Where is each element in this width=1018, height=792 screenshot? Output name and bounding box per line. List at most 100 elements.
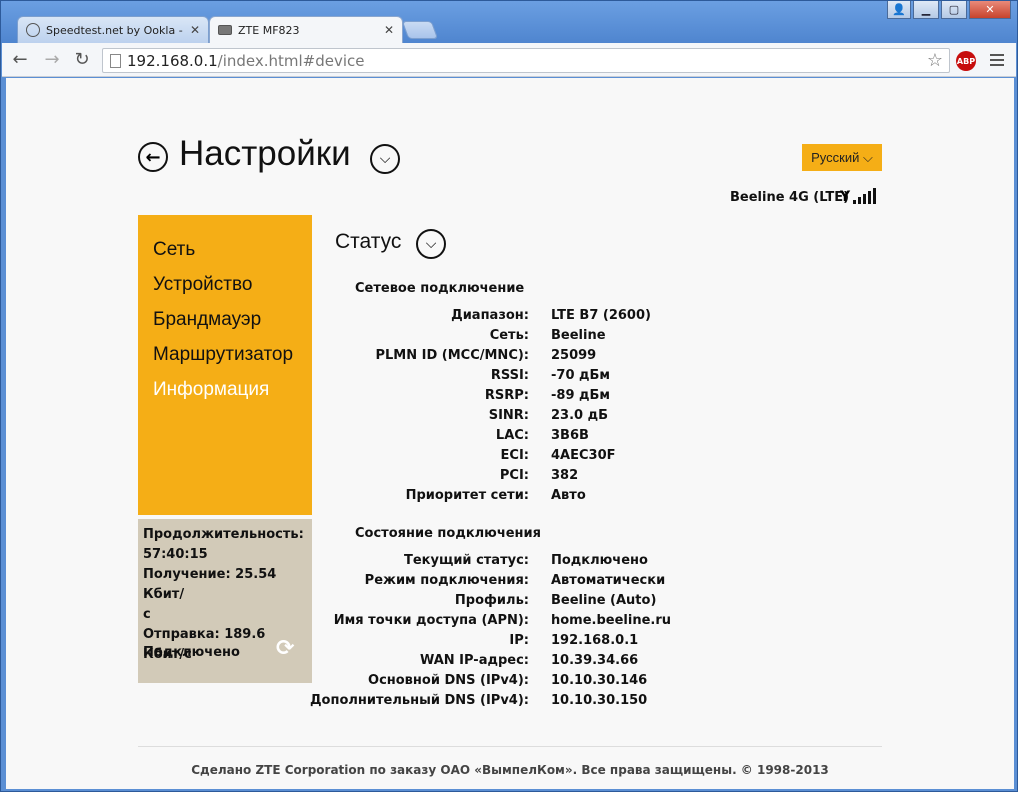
row-key: Режим подключения: [364,573,529,588]
table-row: PLMN ID (MCC/MNC): 25099 [306,348,806,368]
row-key: RSSI: [490,368,529,383]
page-icon [110,54,121,68]
sidebar-item-firewall[interactable]: Брандмауэр [138,305,312,340]
row-key: Сеть: [489,328,529,343]
tab-title: Speedtest.net by Ookla - Гл [46,23,184,37]
table-row: Имя точки доступа (APN): home.beeline.ru [306,613,806,633]
browser-window: Speedtest.net by Ookla - Гл ✕ ZTE MF823 … [0,0,1018,792]
browser-toolbar: ← → ↻ 192.168.0.1/index.html#device ☆ AB… [2,43,1016,77]
page-title: Настройки [179,134,351,173]
row-value: 10.10.30.146 [551,673,648,688]
row-key: PLMN ID (MCC/MNC): [375,348,529,363]
row-key: Дополнительный DNS (IPv4): [309,693,529,708]
url-host: 192.168.0.1 [127,51,218,70]
sidebar-item-device[interactable]: Устройство [138,270,312,305]
sidebar-item-network[interactable]: Сеть [138,235,312,270]
row-value: 23.0 дБ [551,408,609,423]
sidebar-item-router[interactable]: Маршрутизатор [138,340,312,375]
row-key: Основной DNS (IPv4): [368,673,529,688]
table-row: Профиль: Beeline (Auto) [306,593,806,613]
table-row: Дополнительный DNS (IPv4): 10.10.30.150 [306,693,806,713]
row-key: Имя точки доступа (APN): [333,613,529,628]
row-value: 192.168.0.1 [551,633,639,648]
footer-text: Сделано ZTE Corporation по заказу ОАО «В… [191,763,829,777]
tab-title: ZTE MF823 [238,23,300,37]
window-controls: 👤 ▁ ▢ ✕ [887,1,1011,19]
table-row: RSRP: -89 дБм [306,388,806,408]
row-value: 10.10.30.150 [551,693,648,708]
row-key: WAN IP-адрес: [419,653,529,668]
row-value: 382 [551,468,579,483]
window-close-icon[interactable]: ✕ [969,1,1011,19]
connection-status: Подключено [143,645,240,660]
table-row: LAC: 3B6B [306,428,806,448]
title-bar: Speedtest.net by Ookla - Гл ✕ ZTE MF823 … [1,1,1017,43]
table-row: Сеть: Beeline [306,328,806,348]
table-row: WAN IP-адрес: 10.39.34.66 [306,653,806,673]
language-button[interactable]: Русский ⌵ [802,144,882,171]
laptop-favicon-icon [218,25,232,35]
row-key: SINR: [488,408,529,423]
duration-label: Продолжительность: [143,527,304,542]
row-value: 4AEC30F [551,448,616,463]
close-icon[interactable]: ✕ [190,23,200,37]
row-value: Авто [551,488,586,503]
row-value: Автоматически [551,573,666,588]
sidebar-item-information[interactable]: Информация [138,375,312,410]
row-value: 3B6B [551,428,589,443]
row-key: IP: [509,633,529,648]
chevron-down-icon[interactable]: ⌵ [370,144,400,174]
row-value: 25099 [551,348,597,363]
page-viewport: ← Настройки ⌵ Русский ⌵ Beeline 4G (LTE)… [6,78,1014,789]
sidebar: Сеть Устройство Брандмауэр Маршрутизатор… [138,215,312,515]
connection-stats: Продолжительность: 57:40:15 Получение: 2… [138,519,312,683]
row-value: home.beeline.ru [551,613,672,628]
signal-strength-icon: Y [840,188,877,204]
new-tab-button[interactable] [401,21,439,39]
row-key: PCI: [499,468,529,483]
row-key: Приоритет сети: [405,488,529,503]
row-value: LTE B7 (2600) [551,308,651,323]
receive-rate-unit: с [143,607,151,622]
address-bar[interactable]: 192.168.0.1/index.html#device ☆ [102,48,950,73]
maximize-icon[interactable]: ▢ [941,1,967,19]
row-value: 10.39.34.66 [551,653,639,668]
row-value: -70 дБм [551,368,611,383]
row-value: -89 дБм [551,388,611,403]
row-key: Профиль: [454,593,529,608]
row-value: Подключено [551,553,648,568]
bookmark-star-icon[interactable]: ☆ [927,50,943,71]
table-row: SINR: 23.0 дБ [306,408,806,428]
footer-divider [138,746,882,747]
duration-value: 57:40:15 [143,547,208,562]
connection-group-title: Состояние подключения [355,526,541,541]
refresh-icon[interactable]: ⟳ [276,638,294,660]
minimize-icon[interactable]: ▁ [913,1,939,19]
table-row: RSSI: -70 дБм [306,368,806,388]
table-row: ECI: 4AEC30F [306,448,806,468]
close-icon[interactable]: ✕ [384,23,394,37]
table-row: Режим подключения: Автоматически [306,573,806,593]
speedtest-favicon-icon [26,23,40,37]
row-key: ECI: [500,448,529,463]
receive-rate: Получение: 25.54 Кбит/ [143,567,277,602]
network-name: Beeline 4G (LTE) [730,190,850,205]
chevron-down-icon[interactable]: ⌵ [416,229,446,259]
forward-arrow-icon[interactable]: → [42,50,62,70]
table-row: Диапазон: LTE B7 (2600) [306,308,806,328]
table-row: PCI: 382 [306,468,806,488]
row-key: Текущий статус: [403,553,529,568]
menu-icon[interactable] [990,54,1004,69]
section-title: Статус [335,230,402,253]
back-circle-icon[interactable]: ← [138,142,168,172]
back-arrow-icon[interactable]: ← [10,50,30,70]
row-key: RSRP: [484,388,529,403]
row-value: Beeline (Auto) [551,593,657,608]
tab-speedtest[interactable]: Speedtest.net by Ookla - Гл ✕ [17,16,209,43]
user-icon[interactable]: 👤 [887,1,911,19]
row-key: Диапазон: [451,308,529,323]
reload-icon[interactable]: ↻ [72,50,92,70]
table-row: Текущий статус: Подключено [306,553,806,573]
adblock-icon[interactable]: ABP [956,51,976,71]
tab-zte[interactable]: ZTE MF823 ✕ [209,16,403,43]
